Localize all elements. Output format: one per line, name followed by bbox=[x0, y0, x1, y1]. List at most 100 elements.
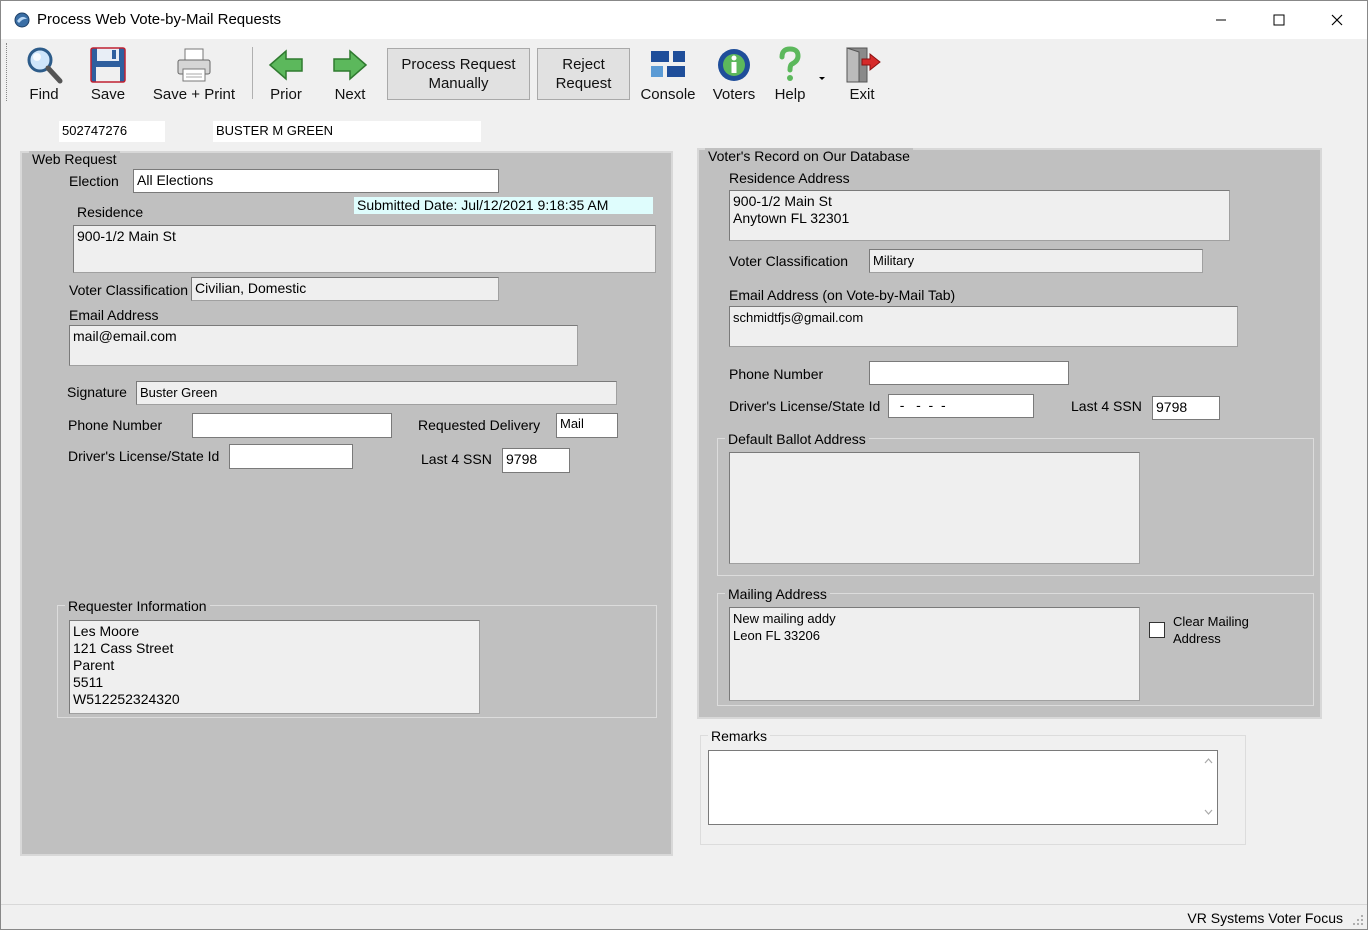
exit-button[interactable]: Exit bbox=[839, 45, 885, 103]
voter-record-legend: Voter's Record on Our Database bbox=[705, 148, 913, 164]
voter-name-field: BUSTER M GREEN bbox=[213, 121, 481, 142]
console-label: Console bbox=[640, 86, 696, 103]
magnifier-icon bbox=[27, 47, 63, 84]
toolbar-separator bbox=[252, 47, 253, 99]
requested-delivery-field[interactable]: Mail bbox=[556, 413, 618, 438]
remarks-legend: Remarks bbox=[708, 728, 771, 744]
save-button[interactable]: Save bbox=[85, 45, 131, 103]
db-voter-classification-label: Voter Classification bbox=[729, 253, 849, 269]
question-mark-icon bbox=[779, 46, 801, 81]
election-field[interactable]: All Elections bbox=[133, 169, 499, 193]
title-bar: Process Web Vote-by-Mail Requests bbox=[1, 1, 1367, 39]
toolbar-grip bbox=[6, 43, 9, 101]
arrow-left-icon bbox=[268, 49, 303, 81]
main-window: Process Web Vote-by-Mail Requests Find S… bbox=[0, 0, 1368, 930]
residence-line: Anytown FL 32301 bbox=[733, 210, 850, 226]
mailing-address-legend: Mailing Address bbox=[725, 586, 830, 602]
voters-label: Voters bbox=[712, 86, 756, 103]
requester-info-field[interactable]: Les Moore 121 Cass Street Parent 5511 W5… bbox=[69, 620, 480, 714]
maximize-icon bbox=[1273, 14, 1285, 26]
requested-delivery-label: Requested Delivery bbox=[418, 417, 541, 433]
default-ballot-legend: Default Ballot Address bbox=[725, 431, 869, 447]
process-manually-button[interactable]: Process Request Manually bbox=[387, 48, 530, 100]
console-button[interactable]: Console bbox=[639, 45, 697, 103]
mailing-line: Leon FL 33206 bbox=[733, 628, 820, 643]
requester-line: W512252324320 bbox=[73, 691, 180, 707]
find-label: Find bbox=[29, 86, 59, 103]
drivers-license-label: Driver's License/State Id bbox=[68, 448, 220, 464]
email-address-label: Email Address bbox=[69, 307, 159, 323]
reject-line-1: Reject bbox=[562, 56, 605, 73]
minimize-icon bbox=[1216, 19, 1226, 21]
db-last4-ssn-field[interactable]: 9798 bbox=[1152, 396, 1220, 420]
help-dropdown-arrow[interactable] bbox=[818, 69, 826, 85]
console-icon bbox=[651, 51, 685, 77]
voter-id-field: 502747276 bbox=[59, 121, 165, 142]
dropdown-arrow-icon bbox=[819, 77, 825, 80]
requester-line: Parent bbox=[73, 657, 115, 673]
save-print-button[interactable]: Save + Print bbox=[151, 45, 237, 103]
close-button[interactable] bbox=[1308, 1, 1366, 39]
db-email-field[interactable]: schmidtfjs@gmail.com bbox=[729, 306, 1238, 347]
web-email-field[interactable]: mail@email.com bbox=[69, 325, 578, 366]
db-voter-classification-field[interactable]: Military bbox=[869, 249, 1203, 273]
requester-line: 5511 bbox=[73, 674, 104, 690]
submitted-date: Submitted Date: Jul/12/2021 9:18:35 AM bbox=[354, 197, 653, 214]
help-button[interactable]: Help bbox=[769, 45, 811, 103]
voter-classification-label: Voter Classification bbox=[69, 282, 189, 298]
scroll-down-icon bbox=[1204, 809, 1213, 815]
window-title: Process Web Vote-by-Mail Requests bbox=[37, 11, 281, 28]
requester-line: Les Moore bbox=[73, 623, 140, 639]
residence-label: Residence bbox=[77, 204, 144, 220]
help-label: Help bbox=[774, 86, 806, 103]
close-icon bbox=[1331, 14, 1343, 26]
process-manually-line-1: Process Request bbox=[401, 56, 516, 73]
db-drivers-license-field[interactable]: - - - - bbox=[888, 394, 1034, 418]
web-drivers-license-field[interactable] bbox=[229, 444, 353, 469]
web-request-legend: Web Request bbox=[29, 151, 120, 167]
find-button[interactable]: Find bbox=[21, 45, 67, 103]
clear-mailing-checkbox[interactable] bbox=[1149, 622, 1165, 638]
signature-label: Signature bbox=[67, 384, 127, 400]
residence-address-label: Residence Address bbox=[729, 170, 850, 186]
web-voter-classification-field[interactable]: Civilian, Domestic bbox=[191, 277, 499, 301]
mailing-address-field[interactable]: New mailing addy Leon FL 33206 bbox=[729, 607, 1140, 701]
residence-line: 900-1/2 Main St bbox=[733, 193, 832, 209]
clear-mailing-label: Clear Mailing Address bbox=[1173, 613, 1249, 647]
save-label: Save bbox=[90, 86, 126, 103]
mailing-line: New mailing addy bbox=[733, 611, 836, 626]
reject-request-button[interactable]: Reject Request bbox=[537, 48, 630, 100]
db-residence-field[interactable]: 900-1/2 Main St Anytown FL 32301 bbox=[729, 190, 1230, 241]
printer-icon bbox=[177, 48, 211, 82]
db-phone-field[interactable] bbox=[869, 361, 1069, 385]
reject-line-2: Request bbox=[555, 75, 612, 92]
status-bar: VR Systems Voter Focus bbox=[1, 904, 1367, 929]
clear-mailing-line-2: Address bbox=[1173, 631, 1221, 646]
default-ballot-field[interactable] bbox=[729, 452, 1140, 564]
last4-ssn-label: Last 4 SSN bbox=[421, 451, 492, 467]
minimize-button[interactable] bbox=[1192, 1, 1250, 39]
exit-label: Exit bbox=[849, 86, 875, 103]
signature-field[interactable]: Buster Green bbox=[136, 381, 617, 405]
requester-line: 121 Cass Street bbox=[73, 640, 174, 656]
reject-request-label: Reject Request bbox=[556, 55, 612, 93]
process-manually-label: Process Request Manually bbox=[401, 55, 515, 93]
resize-grip-icon[interactable] bbox=[1352, 914, 1364, 926]
web-residence-field[interactable]: 900-1/2 Main St bbox=[73, 225, 656, 273]
scroll-up-icon bbox=[1204, 758, 1213, 764]
voters-button[interactable]: Voters bbox=[710, 45, 758, 103]
election-label: Election bbox=[69, 173, 119, 189]
remarks-textarea[interactable] bbox=[708, 750, 1218, 825]
exit-door-icon bbox=[846, 47, 881, 83]
web-phone-field[interactable] bbox=[192, 413, 392, 438]
phone-number-label: Phone Number bbox=[68, 417, 163, 433]
maximize-button[interactable] bbox=[1250, 1, 1308, 39]
status-text: VR Systems Voter Focus bbox=[1187, 910, 1343, 926]
next-button[interactable]: Next bbox=[327, 45, 373, 103]
process-manually-line-2: Manually bbox=[428, 75, 489, 92]
web-last4-ssn-field[interactable]: 9798 bbox=[502, 448, 570, 473]
remarks-scrollbar[interactable] bbox=[1200, 751, 1217, 824]
save-print-label: Save + Print bbox=[152, 86, 236, 103]
db-drivers-license-label: Driver's License/State Id bbox=[729, 398, 881, 414]
prior-button[interactable]: Prior bbox=[263, 45, 309, 103]
